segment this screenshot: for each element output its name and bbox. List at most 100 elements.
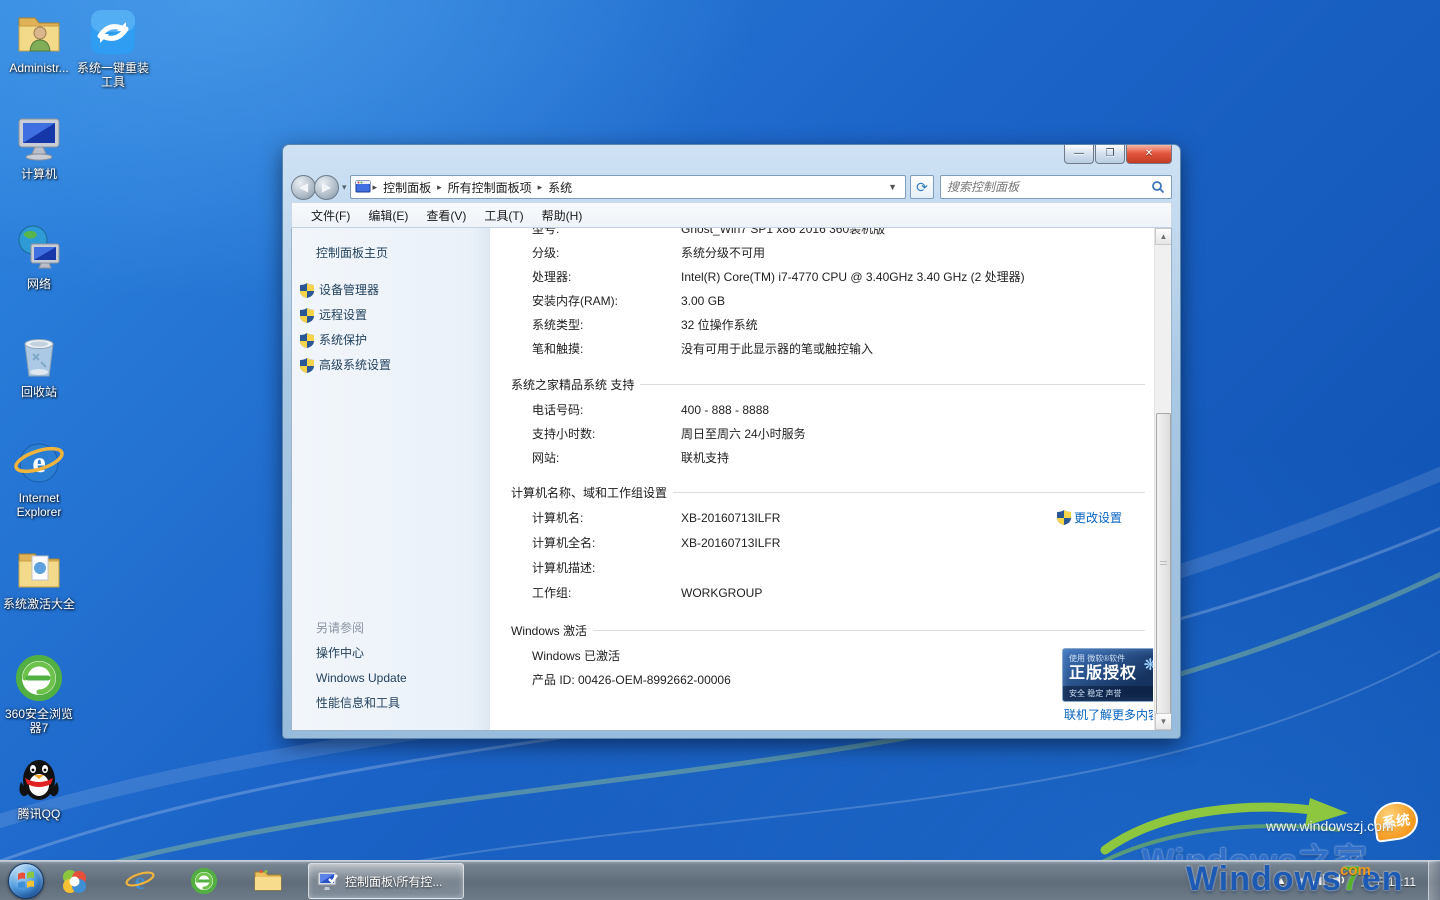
taskbar: e 控制面板\ <box>0 860 1440 900</box>
desktop-icon-recycle-bin[interactable]: 回收站 <box>0 330 78 399</box>
sidebar-item-label: 远程设置 <box>319 308 367 322</box>
taskbar-icon-explorer[interactable] <box>246 863 290 899</box>
breadcrumb-system[interactable]: 系统 <box>544 179 576 196</box>
menu-edit[interactable]: 编辑(E) <box>359 207 417 224</box>
taskbar-icon-internet-explorer[interactable]: e <box>118 863 162 899</box>
address-dropdown-icon[interactable]: ▼ <box>884 182 901 192</box>
tray-clock[interactable]: 上午 11:11 <box>1360 873 1416 890</box>
spec-label: 计算机描述: <box>532 556 595 581</box>
sidebar-item-system-protection[interactable]: 系统保护 <box>292 328 489 353</box>
window-titlebar[interactable]: — ❐ ✕ <box>283 145 1180 172</box>
sidebar-item-performance-tools[interactable]: 性能信息和工具 <box>292 691 489 716</box>
spec-row-ram: 安装内存(RAM): 3.00 GB <box>511 289 1153 313</box>
menu-bar: 文件(F) 编辑(E) 查看(V) 工具(T) 帮助(H) <box>291 202 1172 228</box>
computer-row-workgroup: 工作组: WORKGROUP <box>511 581 1153 606</box>
search-icon[interactable] <box>1151 180 1165 194</box>
desktop-icon-network[interactable]: 网络 <box>0 222 78 291</box>
close-button[interactable]: ✕ <box>1126 145 1172 164</box>
system-window: — ❐ ✕ ◀ ▶ ▾ ▸ 控制面板 ▸ 所有控制面板项 ▸ 系统 <box>283 145 1180 738</box>
menu-tools[interactable]: 工具(T) <box>475 207 532 224</box>
section-title: 计算机名称、域和工作组设置 <box>511 484 667 501</box>
spec-label: 支持小时数: <box>532 422 595 446</box>
address-bar[interactable]: ▸ 控制面板 ▸ 所有控制面板项 ▸ 系统 ▼ <box>350 175 906 199</box>
folder-icon <box>253 868 283 894</box>
spec-label: 计算机名: <box>532 506 583 531</box>
sidebar-item-windows-update[interactable]: Windows Update <box>292 666 489 691</box>
uac-shield-icon <box>300 358 314 373</box>
spec-label: 网站: <box>532 446 559 470</box>
activation-block: Windows 已激活 产品 ID: 00426-OEM-8992662-000… <box>511 644 1153 692</box>
sidebar-item-control-panel-home[interactable]: 控制面板主页 <box>316 244 388 261</box>
vertical-scrollbar[interactable]: ▲ ▼ <box>1154 228 1171 730</box>
badge-line2: 正版授权 <box>1069 664 1153 684</box>
tray-show-hidden-icon[interactable]: ▲ <box>1276 875 1287 887</box>
spec-row-rating: 分级: 系统分级不可用 <box>511 241 1153 265</box>
desktop-icon-qq[interactable]: 腾讯QQ <box>0 752 78 821</box>
learn-more-online-link[interactable]: 联机了解更多内容... <box>1064 706 1153 723</box>
spec-label: 电话号码: <box>532 398 583 422</box>
sidebar-item-advanced-settings[interactable]: 高级系统设置 <box>292 353 489 378</box>
breadcrumb-arrow-icon: ▸ <box>435 182 444 193</box>
taskbar-window-button[interactable]: 控制面板\所有控... <box>308 863 464 899</box>
user-folder-icon <box>13 6 65 58</box>
section-rule <box>640 384 1145 385</box>
system-tray: ▲ ⚑ 上午 11:11 <box>1272 861 1426 900</box>
genuine-software-badge[interactable]: 使用 微软®软件 正版授权 安全 稳定 声誉 ❋ <box>1062 648 1153 702</box>
scrollbar-thumb[interactable] <box>1156 413 1171 715</box>
see-also-section: 另请参阅 操作中心 Windows Update 性能信息和工具 <box>292 616 489 716</box>
desktop-icon-administrator[interactable]: Administr... <box>0 6 78 75</box>
tray-network-icon[interactable] <box>1312 874 1325 888</box>
computer-row-name: 计算机名: XB-20160713ILFR 更改设置 <box>511 506 1153 531</box>
taskbar-icon-360-browser[interactable] <box>182 863 226 899</box>
restore-button[interactable]: ❐ <box>1095 145 1125 164</box>
badge-line1: 使用 微软®软件 <box>1069 653 1153 664</box>
sidebar-item-action-center[interactable]: 操作中心 <box>292 641 489 666</box>
desktop-icon-label: 系统激活大全 <box>0 597 78 611</box>
reinstall-tool-icon <box>87 6 139 58</box>
internet-explorer-icon: e <box>13 436 65 488</box>
desktop-icon-computer[interactable]: 计算机 <box>0 112 78 181</box>
change-settings-link[interactable]: 更改设置 <box>1057 506 1122 530</box>
spec-value: 32 位操作系统 <box>681 313 758 337</box>
desktop-icon-internet-explorer[interactable]: e Internet Explorer <box>0 436 78 519</box>
sidebar-item-label: 高级系统设置 <box>319 358 391 372</box>
sidebar-item-remote-settings[interactable]: 远程设置 <box>292 303 489 328</box>
desktop-icon-activation-folder[interactable]: 系统激活大全 <box>0 542 78 611</box>
activation-folder-icon <box>13 542 65 594</box>
rating-unavailable-link[interactable]: 系统分级不可用 <box>681 241 765 265</box>
tray-action-center-flag-icon[interactable]: ⚑ <box>1295 875 1305 888</box>
menu-view[interactable]: 查看(V) <box>417 207 475 224</box>
minimize-button[interactable]: — <box>1064 145 1094 164</box>
search-box[interactable] <box>940 175 1172 199</box>
menu-help[interactable]: 帮助(H) <box>533 207 592 224</box>
desktop-icon-reinstall-tool[interactable]: 系统一键重装工具 <box>74 6 152 89</box>
search-input[interactable] <box>947 180 1151 194</box>
show-desktop-button[interactable] <box>1428 861 1440 900</box>
refresh-button[interactable]: ⟳ <box>910 175 934 199</box>
scroll-up-arrow[interactable]: ▲ <box>1155 228 1172 245</box>
windows-flag-icon <box>9 864 43 898</box>
spec-value: XB-20160713ILFR <box>681 531 780 556</box>
desktop-icon-label: 回收站 <box>0 385 78 399</box>
sidebar-item-device-manager[interactable]: 设备管理器 <box>292 278 489 303</box>
back-button[interactable]: ◀ <box>291 175 316 200</box>
section-rule <box>673 492 1145 493</box>
sidebar-item-label: 设备管理器 <box>319 283 379 297</box>
spec-value: 3.00 GB <box>681 289 725 313</box>
breadcrumb-all-items[interactable]: 所有控制面板项 <box>444 179 536 196</box>
tray-volume-icon[interactable] <box>1333 874 1346 889</box>
menu-file[interactable]: 文件(F) <box>302 207 359 224</box>
360-safety-icon <box>59 866 89 896</box>
desktop-icon-label: 网络 <box>0 277 78 291</box>
section-title: 系统之家精品系统 支持 <box>511 376 634 393</box>
forward-button[interactable]: ▶ <box>314 175 339 200</box>
start-button[interactable] <box>8 863 44 899</box>
desktop-icon-360-browser[interactable]: 360安全浏览器7 <box>0 652 78 735</box>
scroll-down-arrow[interactable]: ▼ <box>1155 713 1172 730</box>
support-row-hours: 支持小时数: 周日至周六 24小时服务 <box>511 422 1153 446</box>
sidebar: 控制面板主页 设备管理器 远程设置 系统保护 <box>292 228 490 730</box>
taskbar-icon-360-safety[interactable] <box>52 863 96 899</box>
breadcrumb-control-panel[interactable]: 控制面板 <box>379 179 435 196</box>
recent-pages-chevron-icon[interactable]: ▾ <box>342 182 347 193</box>
online-support-link[interactable]: 联机支持 <box>681 446 729 470</box>
